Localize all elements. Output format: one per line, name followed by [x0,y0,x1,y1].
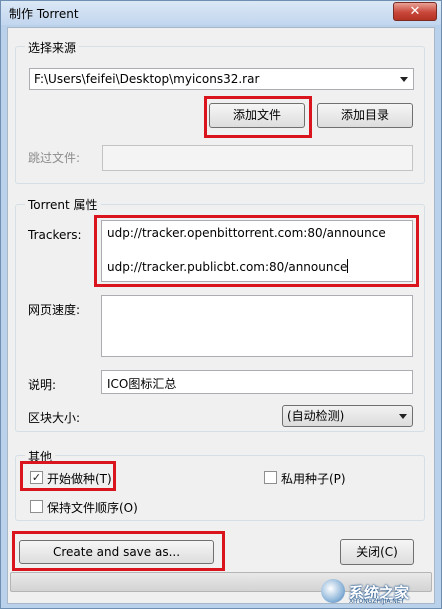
dialog-client-area: 选择来源 F:\Users\feifei\Desktop\myicons32.r… [7,27,435,604]
make-torrent-window: 制作 Torrent ✕ 选择来源 F:\Users\feifei\Deskto… [0,0,442,609]
piece-size-label: 区块大小: [28,411,81,425]
torrent-properties-title: Torrent 属性 [25,196,101,213]
comment-label: 说明: [28,378,57,392]
add-directory-label: 添加目录 [340,108,389,122]
skip-files-label: 跳过文件: [28,151,81,165]
piece-size-value: (自动检测) [287,409,345,423]
watermark-subtext: XITONGZHIJIA.NET [349,598,405,605]
window-title: 制作 Torrent [9,7,79,21]
window-close-button[interactable]: ✕ [393,2,437,21]
add-directory-button[interactable]: 添加目录 [317,103,413,128]
watermark-icon [321,579,345,603]
skip-files-input[interactable] [102,145,413,171]
trackers-highlight [94,215,419,287]
trackers-label: Trackers: [28,228,82,242]
source-path-combo[interactable]: F:\Users\feifei\Desktop\myicons32.rar [29,68,414,90]
comment-value: ICO图标汇总 [107,377,177,391]
piece-size-select[interactable]: (自动检测) [282,405,413,427]
chevron-down-icon [399,414,407,419]
comment-input[interactable]: ICO图标汇总 [101,370,413,394]
web-seed-input[interactable] [101,295,413,357]
title-bar[interactable]: 制作 Torrent ✕ [1,1,441,25]
preserve-order-checkbox[interactable] [30,500,43,513]
chevron-down-icon [400,77,408,82]
close-button-label: 关闭(C) [356,545,398,559]
preserve-order-label: 保持文件顺序(O) [47,501,138,515]
source-path-value: F:\Users\feifei\Desktop\myicons32.rar [34,72,260,86]
source-group-title: 选择来源 [25,39,80,56]
close-button[interactable]: 关闭(C) [340,539,414,565]
start-seeding-highlight [20,461,116,491]
close-icon: ✕ [409,4,421,19]
private-torrent-label: 私用种子(P) [281,472,346,486]
add-file-highlight [204,96,312,138]
web-seed-label: 网页速度: [28,303,81,317]
create-and-save-highlight [12,531,225,571]
watermark-logo: 系统之家 XITONGZHIJIA.NET [321,579,437,605]
private-torrent-checkbox[interactable] [264,471,277,484]
